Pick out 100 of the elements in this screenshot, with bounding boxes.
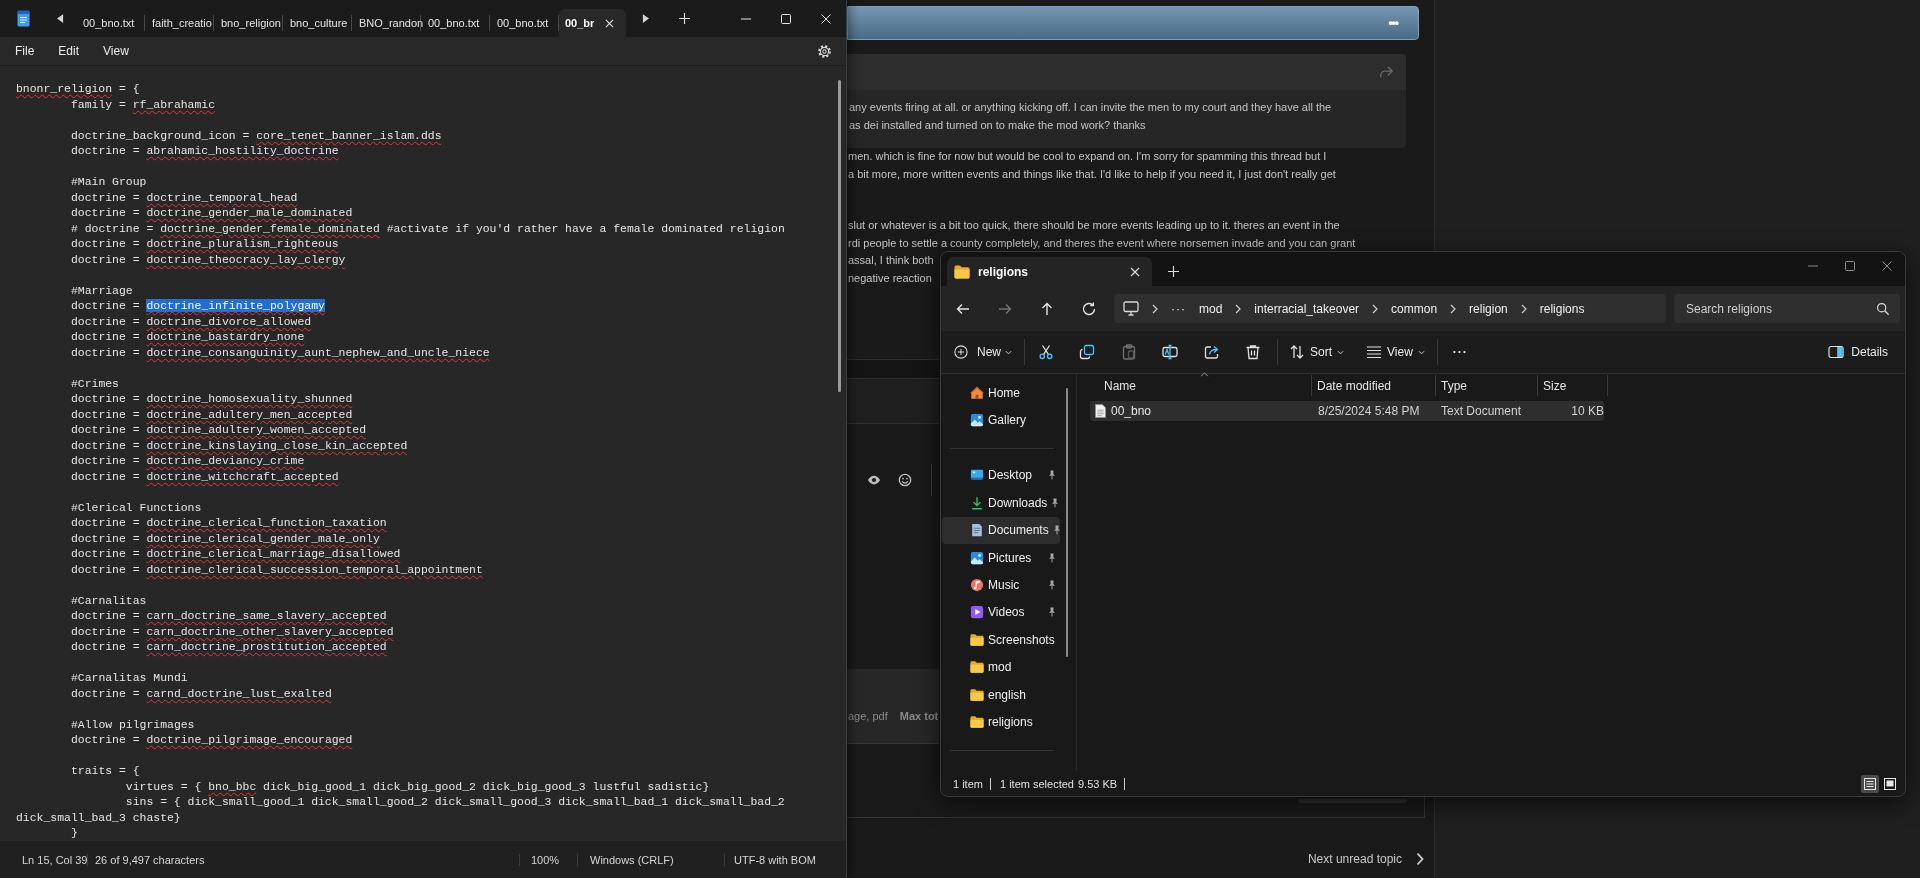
code-line: doctrine_background_icon = core_tenet_banner_islam.dds <box>69 127 443 143</box>
copy-icon[interactable] <box>1079 344 1096 360</box>
chevron-right-icon[interactable] <box>1152 303 1158 314</box>
more-button[interactable]: ··· <box>1447 337 1473 367</box>
lines-icon <box>1366 344 1383 360</box>
scrollbar-thumb[interactable] <box>838 80 841 392</box>
breadcrumb-item[interactable]: interracial_takeover <box>1254 301 1360 316</box>
breadcrumb-item[interactable]: mod <box>1199 301 1223 316</box>
sidebar-item[interactable]: Gallery <box>942 406 1060 434</box>
sidebar-item[interactable]: mod <box>942 653 1060 681</box>
sidebar-item[interactable]: Music <box>942 571 1060 599</box>
post-text: assal, I think both <box>847 253 934 268</box>
next-topic-link[interactable]: Next unread topic <box>1307 852 1402 866</box>
title-field[interactable] <box>847 378 939 424</box>
settings-icon[interactable] <box>817 43 832 59</box>
refresh-icon[interactable] <box>1081 300 1097 317</box>
details-pane-icon <box>1828 344 1845 360</box>
code-line: doctrine = doctrine_pilgrimage_encouraged <box>69 732 354 748</box>
view-mode-button[interactable] <box>1861 774 1879 793</box>
scrollbar-thumb[interactable] <box>1066 388 1068 657</box>
search-icon <box>1876 301 1890 316</box>
smiley-icon[interactable] <box>898 473 912 487</box>
column-header[interactable]: Type <box>1436 375 1538 396</box>
code-line: doctrine = doctrine_bastardry_none <box>69 329 306 345</box>
more-menu-button[interactable]: ••• <box>1388 16 1398 30</box>
hidden-folders-button[interactable]: ··· <box>1171 301 1186 316</box>
sidebar-item[interactable]: Downloads <box>942 489 1060 517</box>
quote-text: any events firing at all. or anything kicking off. I can invite the men to my court and they have all the <box>848 100 1332 115</box>
breadcrumb-item[interactable]: religions <box>1539 301 1585 316</box>
caret-down-icon <box>1005 349 1012 355</box>
code-line: doctrine = doctrine_infinite_polygamy <box>69 298 326 314</box>
plus-icon[interactable] <box>679 13 690 24</box>
sidebar-item[interactable]: Desktop <box>942 461 1060 490</box>
scroll-right-icon[interactable] <box>642 14 649 23</box>
scroll-left-icon[interactable] <box>57 14 64 23</box>
new-button[interactable]: New <box>948 337 1018 367</box>
menu-item[interactable]: File <box>3 36 47 66</box>
column-header[interactable]: Name <box>1090 375 1312 396</box>
code-line: doctrine = doctrine_kinslaying_close_kin_accepted <box>69 437 409 453</box>
sidebar-item[interactable]: Documents <box>942 516 1060 544</box>
sidebar-item[interactable]: religions <box>942 708 1060 736</box>
sidebar-item[interactable]: Screenshots <box>942 626 1060 654</box>
zoom-level[interactable]: 100% <box>519 853 577 866</box>
tab-label: religions <box>978 264 1029 279</box>
plus-icon[interactable] <box>1168 266 1179 277</box>
tab[interactable]: religions <box>947 257 1152 286</box>
rename-icon[interactable] <box>1162 344 1179 360</box>
encoding[interactable]: UTF-8 with BOM <box>724 853 846 866</box>
menu-item[interactable]: View <box>91 36 141 66</box>
code-line: doctrine = carn_doctrine_prostitution_accepted <box>69 639 388 655</box>
scissors-icon[interactable] <box>1037 344 1054 360</box>
share-arrow-icon[interactable] <box>1379 65 1393 79</box>
view-button[interactable]: View <box>1361 337 1430 367</box>
code-line: virtues = { bno_bbc dick_big_good_1 dick_big_good_2 dick_big_good_3 lustful sadistic} <box>124 778 711 794</box>
column-header[interactable]: Date modified <box>1312 375 1436 396</box>
status-text: 1 item <box>953 777 983 790</box>
sidebar-item[interactable]: Videos <box>942 598 1060 627</box>
folder-icon <box>954 264 970 279</box>
status-text: 1 item selected <box>999 777 1074 790</box>
address-bar[interactable]: ··· mod interracial_takeover common religion religions <box>1114 294 1666 323</box>
search-field[interactable]: Search religions <box>1674 294 1900 323</box>
trash-icon[interactable] <box>1245 344 1262 360</box>
chevron-right-icon[interactable] <box>1520 303 1527 314</box>
eye-icon[interactable] <box>867 473 881 487</box>
post-text: rdi people to settle a county completely, and theres the event where norsemen invade and you can grant <box>847 235 1356 251</box>
code-line: doctrine = doctrine_adultery_men_accepted <box>69 406 354 422</box>
sort-button[interactable]: Sort <box>1284 337 1350 367</box>
code-line: doctrine = doctrine_witchcraft_accepted <box>69 468 340 484</box>
list-view-icon <box>1864 777 1876 790</box>
sidebar-item[interactable]: Home <box>942 379 1060 407</box>
chevron-right-icon[interactable] <box>1372 303 1379 314</box>
chevron-right-icon[interactable] <box>1235 303 1242 314</box>
line-ending[interactable]: Windows (CRLF) <box>577 853 724 866</box>
breadcrumb-item[interactable]: common <box>1391 301 1438 316</box>
music-note-icon <box>970 578 984 593</box>
menu-item[interactable]: Edit <box>46 36 92 66</box>
status-text: 9.53 KB <box>1077 777 1118 790</box>
code-line: doctrine = doctrine_theocracy_lay_clergy <box>69 251 347 267</box>
share-icon[interactable] <box>1203 344 1220 360</box>
table-cell-text: Text Document <box>1440 404 1523 418</box>
breadcrumb-item[interactable]: religion <box>1469 301 1508 316</box>
chevron-right-icon[interactable] <box>1450 303 1457 314</box>
monitor-icon <box>1123 301 1139 316</box>
sidebar-item[interactable]: Pictures <box>942 543 1060 572</box>
code-line: doctrine = carn_doctrine_same_slavery_accepted <box>69 608 388 624</box>
code-line: family = rf_abrahamic <box>69 96 217 112</box>
column-header[interactable]: Size <box>1538 375 1608 396</box>
character-count: 26 of 9,497 characters <box>87 853 519 866</box>
details-button[interactable]: Details <box>1823 337 1893 367</box>
file-row[interactable]: 00_bno 8/25/2024 5:48 PM Text Document 10 KB <box>1090 401 1604 421</box>
sort-arrows-icon <box>1289 344 1305 360</box>
code-line: #Clerical Functions <box>69 499 203 515</box>
code-line: doctrine = doctrine_clerical_function_taxation <box>69 515 388 531</box>
post-text: a bit more, more written events and things like that. I'd like to help if you need it, I just don't really get <box>847 166 1336 182</box>
code-line: sins = { dick_small_good_1 dick_small_good_2 dick_small_good_3 dick_small_bad_1 dick_small_bad_2 dick_small_bad_3 chaste} <box>16 794 786 825</box>
sidebar-item[interactable]: english <box>942 680 1060 709</box>
up-arrow-icon[interactable] <box>1039 300 1055 317</box>
tab[interactable]: 00_br <box>559 9 626 37</box>
attachment-types: age, pdf <box>848 710 888 722</box>
chevron-right-icon[interactable] <box>1416 852 1424 866</box>
